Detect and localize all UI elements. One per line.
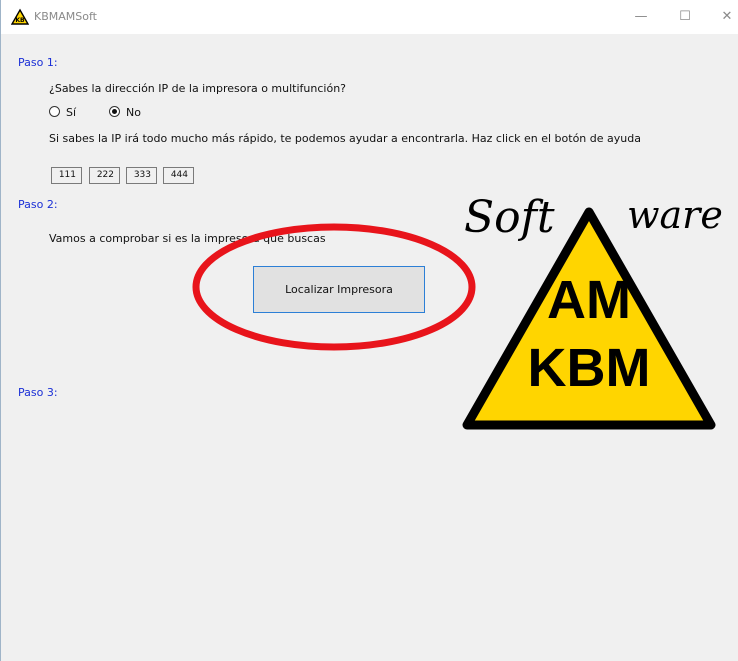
maximize-icon[interactable]: ☐ [670,6,700,28]
radio-no-label[interactable]: No [126,106,141,119]
radio-no[interactable] [109,106,120,117]
radio-si-label[interactable]: Sí [66,106,76,119]
minimize-icon[interactable]: — [626,6,656,28]
paso3-heading: Paso 3: [18,386,58,399]
close-icon[interactable]: ✕ [712,6,738,28]
ip-octet-4[interactable]: 444 [163,167,194,184]
logo-soft-text: Soft [464,192,555,243]
app-logo-icon: KB [11,8,29,25]
window-title: KBMAMSoft [34,10,97,23]
app-window: KB KBMAMSoft — ☐ ✕ Paso 1: ¿Sabes la dir… [0,0,738,661]
paso1-heading: Paso 1: [18,56,58,69]
ip-octet-2[interactable]: 222 [89,167,120,184]
kbmam-software-logo: Soft ware AM KBM [462,192,723,430]
ip-hint: Si sabes la IP irá todo mucho más rápido… [49,132,641,145]
radio-si[interactable] [49,106,60,117]
logo-kbm-text: KBM [528,338,651,398]
localizar-impresora-button[interactable]: Localizar Impresora [253,266,425,313]
ip-question: ¿Sabes la dirección IP de la impresora o… [49,82,347,95]
title-bar[interactable]: KB KBMAMSoft — ☐ ✕ [1,0,738,34]
svg-text:KB: KB [15,17,25,24]
ip-octet-3[interactable]: 333 [126,167,157,184]
paso2-heading: Paso 2: [18,198,58,211]
logo-am-text: AM [547,270,631,330]
ip-octet-1[interactable]: 111 [51,167,82,184]
paso2-text: Vamos a comprobar si es la impresora que… [49,232,326,245]
logo-ware-text: ware [627,193,723,237]
